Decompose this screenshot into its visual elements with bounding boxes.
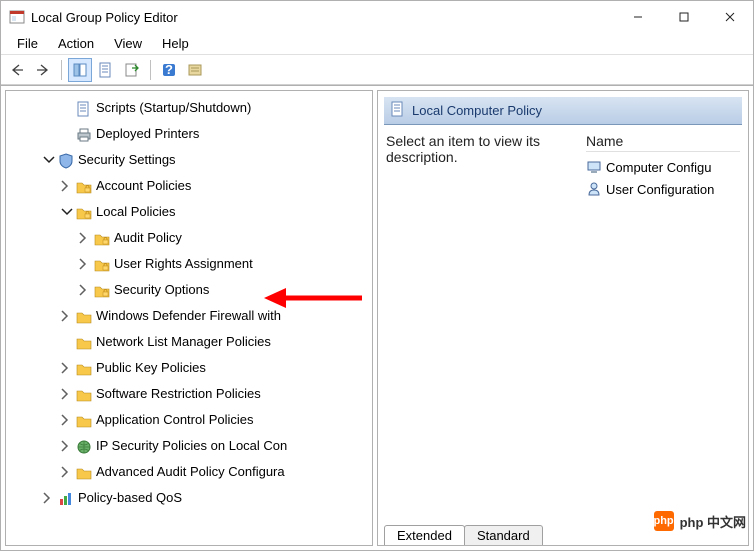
tree-pane: Scripts (Startup/Shutdown) Deployed Prin… bbox=[5, 90, 373, 546]
folder-icon bbox=[76, 386, 92, 402]
page-icon bbox=[390, 101, 406, 120]
maximize-button[interactable] bbox=[661, 1, 707, 33]
chevron-right-icon[interactable] bbox=[60, 413, 74, 427]
folder-lock-icon bbox=[94, 282, 110, 298]
close-button[interactable] bbox=[707, 1, 753, 33]
toolbar-separator bbox=[150, 60, 151, 80]
details-header: Local Computer Policy bbox=[384, 97, 742, 125]
menu-action[interactable]: Action bbox=[48, 34, 104, 53]
export-button[interactable] bbox=[120, 58, 144, 82]
folder-lock-icon bbox=[94, 230, 110, 246]
computer-icon bbox=[586, 159, 602, 175]
titlebar: Local Group Policy Editor bbox=[1, 1, 753, 33]
show-tree-button[interactable] bbox=[68, 58, 92, 82]
list-item-computer-config[interactable]: Computer Configu bbox=[586, 156, 740, 178]
policy-tree[interactable]: Scripts (Startup/Shutdown) Deployed Prin… bbox=[6, 91, 372, 515]
folder-lock-icon bbox=[76, 204, 92, 220]
toolbar-separator bbox=[61, 60, 62, 80]
shield-icon bbox=[58, 152, 74, 168]
menubar: File Action View Help bbox=[1, 33, 753, 55]
tree-item-account-policies[interactable]: Account Policies bbox=[6, 173, 372, 199]
chevron-down-icon[interactable] bbox=[42, 153, 56, 167]
tree-item-network-list[interactable]: Network List Manager Policies bbox=[6, 329, 372, 355]
chevron-right-icon[interactable] bbox=[42, 491, 56, 505]
php-logo-icon: php bbox=[654, 511, 674, 531]
user-icon bbox=[586, 181, 602, 197]
folder-icon bbox=[76, 334, 92, 350]
tab-extended[interactable]: Extended bbox=[384, 525, 465, 545]
app-icon bbox=[9, 9, 25, 25]
details-list[interactable]: Name Computer Configu User Configuration bbox=[586, 133, 740, 513]
chevron-right-icon[interactable] bbox=[78, 283, 92, 297]
tree-item-public-key[interactable]: Public Key Policies bbox=[6, 355, 372, 381]
tree-item-firewall[interactable]: Windows Defender Firewall with bbox=[6, 303, 372, 329]
tree-item-local-policies[interactable]: Local Policies bbox=[6, 199, 372, 225]
content-area: Scripts (Startup/Shutdown) Deployed Prin… bbox=[1, 85, 753, 550]
chevron-right-icon[interactable] bbox=[78, 257, 92, 271]
description-text: Select an item to view its description. bbox=[386, 133, 586, 513]
toolbar: ? bbox=[1, 55, 753, 85]
tree-item-security-settings[interactable]: Security Settings bbox=[6, 147, 372, 173]
menu-file[interactable]: File bbox=[7, 34, 48, 53]
details-pane: Local Computer Policy Select an item to … bbox=[377, 90, 749, 546]
printer-icon bbox=[76, 126, 92, 142]
chevron-right-icon[interactable] bbox=[60, 309, 74, 323]
svg-text:?: ? bbox=[165, 62, 173, 77]
folder-lock-icon bbox=[94, 256, 110, 272]
folder-lock-icon bbox=[76, 178, 92, 194]
menu-help[interactable]: Help bbox=[152, 34, 199, 53]
chevron-right-icon[interactable] bbox=[78, 231, 92, 245]
folder-icon bbox=[76, 308, 92, 324]
chevron-right-icon[interactable] bbox=[60, 361, 74, 375]
minimize-button[interactable] bbox=[615, 1, 661, 33]
chevron-right-icon[interactable] bbox=[60, 179, 74, 193]
watermark-text: php 中文网 bbox=[680, 512, 746, 531]
tree-item-app-control[interactable]: Application Control Policies bbox=[6, 407, 372, 433]
tree-item-qos[interactable]: Policy-based QoS bbox=[6, 485, 372, 511]
details-title: Local Computer Policy bbox=[412, 103, 542, 118]
tree-item-advanced-audit[interactable]: Advanced Audit Policy Configura bbox=[6, 459, 372, 485]
bars-icon bbox=[58, 490, 74, 506]
chevron-right-icon[interactable] bbox=[60, 387, 74, 401]
tree-item-software-restriction[interactable]: Software Restriction Policies bbox=[6, 381, 372, 407]
chevron-down-icon[interactable] bbox=[60, 205, 74, 219]
help-button[interactable]: ? bbox=[157, 58, 181, 82]
globe-icon bbox=[76, 438, 92, 454]
filter-button[interactable] bbox=[183, 58, 207, 82]
menu-view[interactable]: View bbox=[104, 34, 152, 53]
folder-icon bbox=[76, 464, 92, 480]
tree-item-audit-policy[interactable]: Audit Policy bbox=[6, 225, 372, 251]
tab-standard[interactable]: Standard bbox=[464, 525, 543, 545]
main-window: Local Group Policy Editor File Action Vi… bbox=[0, 0, 754, 551]
folder-icon bbox=[76, 360, 92, 376]
tree-item-security-options[interactable]: Security Options bbox=[6, 277, 372, 303]
forward-button[interactable] bbox=[31, 58, 55, 82]
chevron-right-icon[interactable] bbox=[60, 439, 74, 453]
back-button[interactable] bbox=[5, 58, 29, 82]
tree-item-user-rights[interactable]: User Rights Assignment bbox=[6, 251, 372, 277]
page-icon bbox=[76, 100, 92, 116]
tree-item-scripts[interactable]: Scripts (Startup/Shutdown) bbox=[6, 95, 372, 121]
tree-item-deployed-printers[interactable]: Deployed Printers bbox=[6, 121, 372, 147]
watermark: php php 中文网 bbox=[654, 511, 746, 531]
tree-item-ipsec[interactable]: IP Security Policies on Local Con bbox=[6, 433, 372, 459]
list-item-user-config[interactable]: User Configuration bbox=[586, 178, 740, 200]
window-title: Local Group Policy Editor bbox=[31, 10, 615, 25]
properties-button[interactable] bbox=[94, 58, 118, 82]
chevron-right-icon[interactable] bbox=[60, 465, 74, 479]
folder-icon bbox=[76, 412, 92, 428]
column-header-name[interactable]: Name bbox=[586, 133, 740, 152]
